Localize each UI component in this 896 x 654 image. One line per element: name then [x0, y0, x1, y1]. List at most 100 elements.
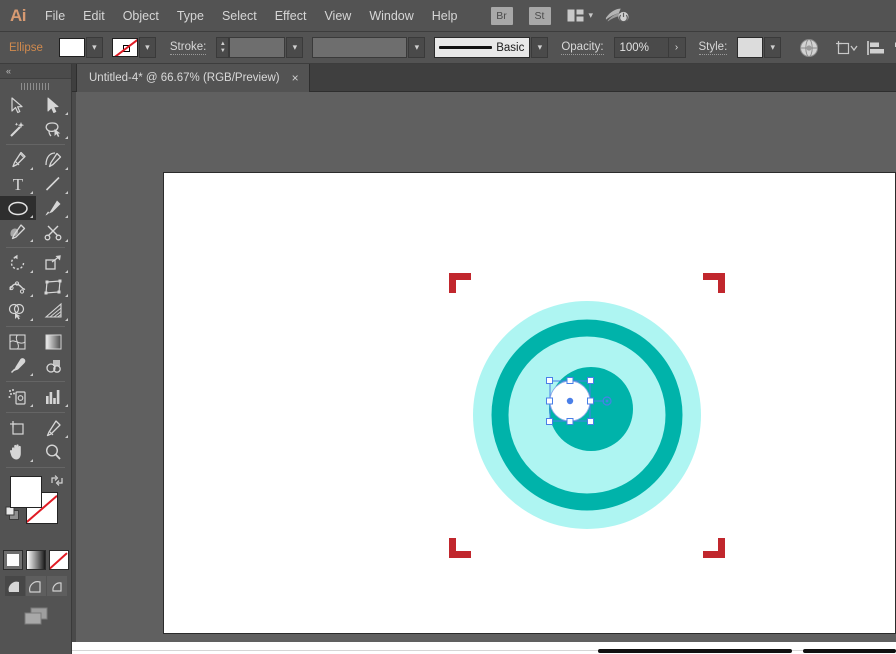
- workspace-switcher-button[interactable]: [605, 4, 629, 28]
- curvature-tool[interactable]: [36, 148, 72, 172]
- scrollbar-thumb[interactable]: [598, 649, 792, 653]
- variable-width-profile-field[interactable]: [312, 37, 407, 58]
- perspective-grid-tool[interactable]: [36, 299, 72, 323]
- width-tool[interactable]: [0, 275, 36, 299]
- fill-control[interactable]: ▾: [59, 37, 103, 58]
- stroke-control[interactable]: ▾: [112, 37, 156, 58]
- gradient-tool[interactable]: [36, 330, 72, 354]
- style-dropdown-button[interactable]: ▾: [764, 37, 781, 58]
- control-bar-tool-label: Ellipse: [9, 42, 43, 54]
- variable-width-dropdown-button[interactable]: ▾: [408, 37, 425, 58]
- gradient-mode-button[interactable]: [26, 550, 46, 570]
- brush-control[interactable]: Basic ▾: [434, 37, 548, 58]
- menu-file[interactable]: File: [36, 0, 74, 32]
- stock-button[interactable]: St: [529, 7, 551, 25]
- swap-fill-stroke-button[interactable]: [50, 474, 64, 492]
- horizontal-scrollbar[interactable]: [72, 642, 896, 654]
- menu-window[interactable]: Window: [360, 0, 422, 32]
- draw-inside-icon: [50, 580, 63, 593]
- tool-panel-collapse-button[interactable]: «: [0, 64, 71, 79]
- artboard-tool[interactable]: [0, 416, 36, 440]
- style-swatch[interactable]: [737, 37, 763, 58]
- align-center-button[interactable]: [891, 36, 896, 60]
- align-center-icon: [891, 39, 896, 57]
- style-control[interactable]: ▾: [737, 37, 781, 58]
- artboard[interactable]: [163, 172, 896, 634]
- selection-arrow-icon: [10, 97, 25, 114]
- scissors-tool[interactable]: [36, 220, 72, 244]
- opacity-value[interactable]: 100%: [614, 37, 669, 58]
- free-transform-tool[interactable]: [36, 275, 72, 299]
- close-icon[interactable]: ×: [292, 72, 299, 84]
- color-mode-button[interactable]: [3, 550, 23, 570]
- opacity-control[interactable]: 100% ›: [614, 37, 686, 58]
- arrange-documents-button[interactable]: ▾: [567, 9, 594, 22]
- line-segment-tool[interactable]: [36, 172, 72, 196]
- shape-builder-tool[interactable]: [0, 299, 36, 323]
- blend-tool[interactable]: [36, 354, 72, 378]
- graphic-style-sphere-icon: [799, 38, 819, 58]
- stroke-weight-field[interactable]: [229, 37, 285, 58]
- stroke-weight-control[interactable]: ▲▼ ▾: [216, 37, 303, 58]
- paintbrush-icon: [44, 199, 62, 217]
- menu-effect[interactable]: Effect: [266, 0, 316, 32]
- brush-dropdown-button[interactable]: ▾: [531, 37, 548, 58]
- fill-swatch[interactable]: [59, 38, 85, 57]
- scrollbar-thumb-secondary[interactable]: [803, 649, 896, 653]
- slice-tool[interactable]: [36, 416, 72, 440]
- direct-selection-tool[interactable]: [36, 93, 72, 117]
- tool-panel-grip[interactable]: [0, 79, 71, 93]
- brush-stroke-preview-icon: [439, 46, 492, 49]
- scale-tool[interactable]: [36, 251, 72, 275]
- variable-width-control[interactable]: ▾: [312, 37, 425, 58]
- stroke-weight-stepper[interactable]: ▲▼: [216, 37, 229, 58]
- fill-dropdown-button[interactable]: ▾: [86, 37, 103, 58]
- lasso-tool[interactable]: [36, 117, 72, 141]
- symbol-sprayer-tool[interactable]: [0, 385, 36, 409]
- ellipse-tool[interactable]: [0, 196, 36, 220]
- zoom-magnifier-icon: [44, 443, 62, 461]
- menu-type[interactable]: Type: [168, 0, 213, 32]
- fill-color-swatch[interactable]: [10, 476, 42, 508]
- column-graph-tool[interactable]: [36, 385, 72, 409]
- graphic-style-button[interactable]: [799, 36, 819, 60]
- shape-builder-icon: [8, 302, 27, 320]
- rotate-tool[interactable]: [0, 251, 36, 275]
- eyedropper-tool[interactable]: [0, 354, 36, 378]
- selection-tool[interactable]: [0, 93, 36, 117]
- hand-tool[interactable]: [0, 440, 36, 464]
- menu-object[interactable]: Object: [114, 0, 168, 32]
- draw-normal-button[interactable]: [5, 576, 25, 596]
- pen-tool[interactable]: [0, 148, 36, 172]
- zoom-tool[interactable]: [36, 440, 72, 464]
- illustrator-window: Ai File Edit Object Type Select Effect V…: [0, 0, 896, 654]
- transform-button[interactable]: [834, 36, 858, 60]
- shaper-tool[interactable]: [0, 220, 36, 244]
- mesh-tool[interactable]: [0, 330, 36, 354]
- document-tab[interactable]: Untitled-4* @ 66.67% (RGB/Preview) ×: [76, 64, 310, 92]
- none-mode-button[interactable]: [49, 550, 69, 570]
- draw-behind-button[interactable]: [26, 576, 46, 596]
- stroke-swatch[interactable]: [112, 38, 138, 57]
- stroke-weight-dropdown-button[interactable]: ▾: [286, 37, 303, 58]
- stroke-dropdown-button[interactable]: ▾: [139, 37, 156, 58]
- svg-text:T: T: [13, 175, 24, 193]
- screen-mode-button[interactable]: [22, 606, 50, 631]
- tool-divider-6: [6, 467, 65, 468]
- paintbrush-tool[interactable]: [36, 196, 72, 220]
- menu-view[interactable]: View: [315, 0, 360, 32]
- menu-bar-right-group: Br St ▾: [491, 4, 630, 28]
- screen-mode-icon: [22, 606, 50, 626]
- type-tool[interactable]: T: [0, 172, 36, 196]
- draw-inside-button[interactable]: [47, 576, 67, 596]
- canvas-area[interactable]: [72, 92, 896, 654]
- opacity-expand-button[interactable]: ›: [669, 37, 686, 58]
- default-fill-stroke-button[interactable]: [5, 506, 20, 526]
- magic-wand-tool[interactable]: [0, 117, 36, 141]
- menu-help[interactable]: Help: [423, 0, 467, 32]
- bridge-button[interactable]: Br: [491, 7, 513, 25]
- brush-definition-field[interactable]: Basic: [434, 37, 530, 58]
- menu-edit[interactable]: Edit: [74, 0, 114, 32]
- align-left-button[interactable]: [866, 36, 886, 60]
- menu-select[interactable]: Select: [213, 0, 266, 32]
